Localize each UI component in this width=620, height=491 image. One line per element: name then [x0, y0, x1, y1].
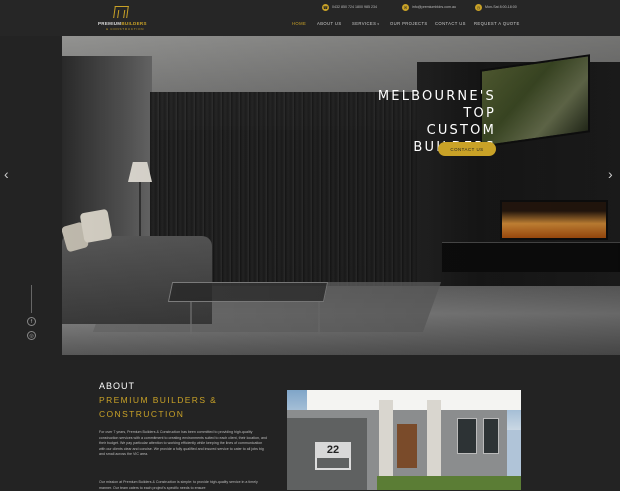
- email-contact[interactable]: ✉ info@premiumbldrs.com.au: [402, 3, 456, 11]
- about-paragraph-1: For over 7 years, Premium Builders & Con…: [99, 430, 267, 457]
- slider-next-arrow-icon[interactable]: ›: [608, 166, 613, 182]
- hero-slider: [62, 36, 620, 355]
- about-paragraph-2: Our mission at Premium Builders & Constr…: [99, 480, 258, 490]
- phone-contact[interactable]: ☎ 0432 850 724 1800 985 234: [322, 3, 377, 11]
- hero-title-line1: MELBOURNE'S TOP: [377, 89, 496, 121]
- about-kicker: ABOUT: [99, 381, 136, 391]
- chevron-down-icon: ▾: [377, 22, 380, 26]
- house-mailbox: [315, 458, 351, 470]
- house-logo-icon: [113, 6, 129, 18]
- nav-about[interactable]: ABOUT US: [317, 21, 342, 26]
- mail-icon: ✉: [402, 3, 409, 11]
- nav-services[interactable]: SERVICES▾: [352, 21, 379, 26]
- hero-overlay: [62, 36, 620, 355]
- house-photo: 22: [287, 390, 521, 490]
- social-divider: [31, 285, 32, 313]
- nav-projects[interactable]: OUR PROJECTS: [390, 21, 428, 26]
- about-title-line1: PREMIUM BUILDERS &: [99, 395, 218, 405]
- phone-numbers: 0432 850 724 1800 985 234: [332, 5, 377, 9]
- house-window: [483, 418, 499, 454]
- contact-us-button[interactable]: CONTACT US: [438, 142, 496, 156]
- brand-subtitle: & CONSTRUCTION: [106, 27, 145, 31]
- house-number: 22: [315, 442, 351, 458]
- business-hours: Mon-Sat 8:00-18:00: [485, 5, 517, 9]
- clock-icon: ◷: [475, 3, 482, 11]
- about-title-line2: CONSTRUCTION: [99, 409, 185, 419]
- top-header: PREMIUMBUILDERS & CONSTRUCTION ☎ 0432 85…: [0, 0, 620, 36]
- nav-home[interactable]: HOME: [292, 21, 306, 26]
- phone-icon: ☎: [322, 3, 329, 11]
- brand-logo[interactable]: PREMIUMBUILDERS & CONSTRUCTION: [98, 6, 148, 32]
- slider-prev-arrow-icon[interactable]: ‹: [4, 166, 9, 182]
- house-roof: [307, 390, 521, 410]
- instagram-icon[interactable]: ◎: [27, 331, 36, 340]
- nav-request-quote[interactable]: REQUEST A QUOTE: [474, 21, 520, 26]
- nav-contact[interactable]: CONTACT US: [435, 21, 466, 26]
- brand-name: PREMIUMBUILDERS: [98, 21, 147, 26]
- about-title: PREMIUM BUILDERS & CONSTRUCTION: [99, 393, 219, 421]
- house-door: [397, 424, 417, 468]
- email-address: info@premiumbldrs.com.au: [412, 5, 456, 9]
- hours-contact: ◷ Mon-Sat 8:00-18:00: [475, 3, 517, 11]
- house-lawn: [377, 476, 521, 490]
- facebook-icon[interactable]: f: [27, 317, 36, 326]
- house-window: [457, 418, 477, 454]
